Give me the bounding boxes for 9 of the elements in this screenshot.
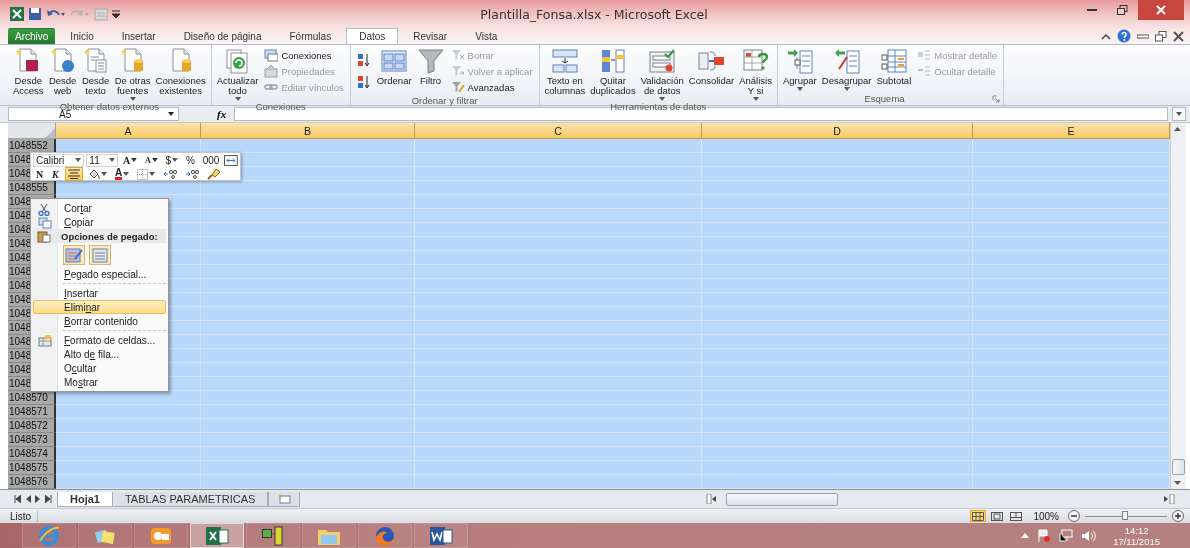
clock: 14:12 17/11/2015 <box>1113 524 1160 547</box>
group-title: Esquema <box>863 93 906 105</box>
window-title: Plantilla_Fonsa.xlsx - Microsoft Excel <box>479 6 709 22</box>
group-title: Conexiones <box>254 101 307 112</box>
group-title: Ordenar y filtrar <box>410 95 479 106</box>
menu-heading: Opciones de pegado: <box>61 230 158 242</box>
zoom-level: 100% <box>1032 510 1060 522</box>
status-text: Listo <box>10 510 39 522</box>
group-title: Herramientas de datos <box>609 101 708 112</box>
